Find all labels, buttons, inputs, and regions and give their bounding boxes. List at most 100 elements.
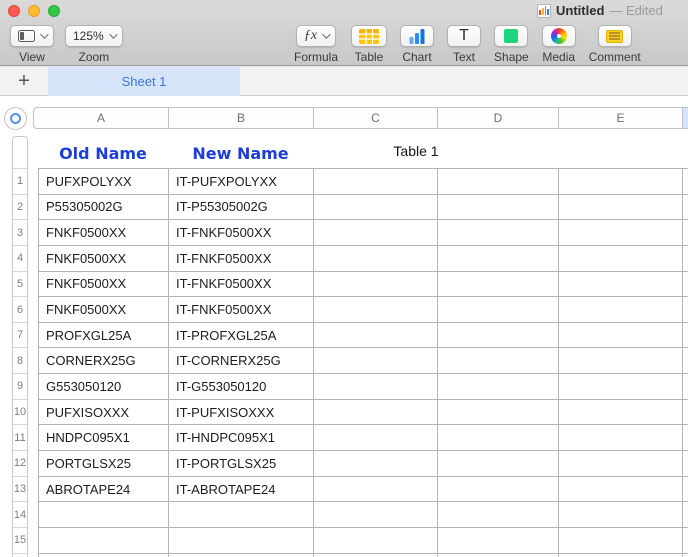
cell-new-name[interactable]: IT-PORTGLSX25 xyxy=(169,451,314,477)
cell-old-name[interactable]: FNKF0500XX xyxy=(39,297,169,323)
row-number[interactable]: 5 xyxy=(13,272,27,298)
cell-empty[interactable] xyxy=(559,451,683,477)
cell-empty[interactable] xyxy=(559,297,683,323)
cell-empty[interactable] xyxy=(683,528,688,554)
cell-old-name[interactable]: G553050120 xyxy=(39,374,169,400)
cell-empty[interactable] xyxy=(559,169,683,195)
cell-new-name[interactable] xyxy=(169,554,314,557)
cell-empty[interactable] xyxy=(314,477,438,503)
column-header-e[interactable]: E xyxy=(559,108,683,128)
row-number[interactable]: 3 xyxy=(13,220,27,246)
cell-old-name[interactable] xyxy=(39,554,169,557)
cell-old-name[interactable]: PUFXPOLYXX xyxy=(39,169,169,195)
table-header-new-name[interactable]: New Name xyxy=(168,139,313,167)
cell-empty[interactable] xyxy=(559,272,683,298)
cell-empty[interactable] xyxy=(683,374,688,400)
shape-button[interactable] xyxy=(494,25,528,47)
cell-empty[interactable] xyxy=(438,323,559,349)
cell-new-name[interactable]: IT-FNKF0500XX xyxy=(169,246,314,272)
cell-new-name[interactable]: IT-PUFXISOXXX xyxy=(169,400,314,426)
cell-new-name[interactable]: IT-ABROTAPE24 xyxy=(169,477,314,503)
cell-empty[interactable] xyxy=(438,374,559,400)
cell-empty[interactable] xyxy=(438,195,559,221)
cell-empty[interactable] xyxy=(314,502,438,528)
cell-empty[interactable] xyxy=(314,323,438,349)
cell-empty[interactable] xyxy=(559,195,683,221)
cell-empty[interactable] xyxy=(438,169,559,195)
close-window-button[interactable] xyxy=(8,5,20,17)
cell-empty[interactable] xyxy=(683,400,688,426)
cell-empty[interactable] xyxy=(683,477,688,503)
cell-empty[interactable] xyxy=(683,246,688,272)
table-button[interactable] xyxy=(351,25,387,47)
row-number[interactable]: 15 xyxy=(13,528,27,554)
cell-old-name[interactable] xyxy=(39,528,169,554)
column-header-d[interactable]: D xyxy=(438,108,559,128)
cell-empty[interactable] xyxy=(683,502,688,528)
cell-empty[interactable] xyxy=(438,425,559,451)
cell-new-name[interactable]: IT-CORNERX25G xyxy=(169,348,314,374)
cell-empty[interactable] xyxy=(683,169,688,195)
cell-empty[interactable] xyxy=(438,502,559,528)
cell-old-name[interactable]: HNDPC095X1 xyxy=(39,425,169,451)
cell-empty[interactable] xyxy=(683,195,688,221)
cell-old-name[interactable]: CORNERX25G xyxy=(39,348,169,374)
comment-button[interactable] xyxy=(598,25,632,47)
cell-empty[interactable] xyxy=(314,297,438,323)
minimize-window-button[interactable] xyxy=(28,5,40,17)
cell-empty[interactable] xyxy=(314,348,438,374)
row-number[interactable]: 9 xyxy=(13,374,27,400)
cell-empty[interactable] xyxy=(559,554,683,557)
row-number[interactable]: 11 xyxy=(13,425,27,451)
row-number[interactable]: 1 xyxy=(13,169,27,195)
row-number[interactable]: 2 xyxy=(13,195,27,221)
zoom-button[interactable]: 125% xyxy=(65,25,123,47)
cell-empty[interactable] xyxy=(438,246,559,272)
cell-empty[interactable] xyxy=(314,400,438,426)
cell-empty[interactable] xyxy=(438,451,559,477)
cell-empty[interactable] xyxy=(559,323,683,349)
cell-empty[interactable] xyxy=(314,451,438,477)
cell-old-name[interactable]: FNKF0500XX xyxy=(39,220,169,246)
fullscreen-window-button[interactable] xyxy=(48,5,60,17)
formula-button[interactable]: ƒx xyxy=(296,25,336,47)
cell-empty[interactable] xyxy=(314,425,438,451)
column-header-b[interactable]: B xyxy=(169,108,314,128)
view-button[interactable] xyxy=(10,25,54,47)
cell-old-name[interactable]: ABROTAPE24 xyxy=(39,477,169,503)
add-sheet-button[interactable]: + xyxy=(12,67,36,96)
cell-new-name[interactable]: IT-P55305002G xyxy=(169,195,314,221)
cell-empty[interactable] xyxy=(314,169,438,195)
cell-old-name[interactable]: FNKF0500XX xyxy=(39,246,169,272)
cell-empty[interactable] xyxy=(314,554,438,557)
cell-empty[interactable] xyxy=(683,220,688,246)
cell-empty[interactable] xyxy=(683,297,688,323)
cell-empty[interactable] xyxy=(559,348,683,374)
cell-empty[interactable] xyxy=(559,374,683,400)
cell-empty[interactable] xyxy=(438,400,559,426)
cell-empty[interactable] xyxy=(314,528,438,554)
cell-new-name[interactable]: IT-HNDPC095X1 xyxy=(169,425,314,451)
cell-empty[interactable] xyxy=(314,374,438,400)
row-number[interactable]: 10 xyxy=(13,400,27,426)
cell-new-name[interactable] xyxy=(169,528,314,554)
cell-empty[interactable] xyxy=(559,528,683,554)
cell-new-name[interactable]: IT-G553050120 xyxy=(169,374,314,400)
cell-empty[interactable] xyxy=(438,554,559,557)
cell-new-name[interactable]: IT-PROFXGL25A xyxy=(169,323,314,349)
cell-new-name[interactable]: IT-FNKF0500XX xyxy=(169,297,314,323)
table-handle-circle[interactable] xyxy=(4,107,27,130)
cell-empty[interactable] xyxy=(314,220,438,246)
cell-empty[interactable] xyxy=(438,348,559,374)
cell-new-name[interactable]: IT-FNKF0500XX xyxy=(169,272,314,298)
row-number[interactable]: 8 xyxy=(13,348,27,374)
chart-button[interactable] xyxy=(400,25,434,47)
row-number[interactable]: 14 xyxy=(13,502,27,528)
row-number[interactable]: 13 xyxy=(13,477,27,503)
cell-empty[interactable] xyxy=(559,400,683,426)
cell-empty[interactable] xyxy=(559,220,683,246)
column-header-f-partial[interactable] xyxy=(683,108,688,128)
cell-old-name[interactable] xyxy=(39,502,169,528)
cell-empty[interactable] xyxy=(438,477,559,503)
cell-empty[interactable] xyxy=(438,220,559,246)
